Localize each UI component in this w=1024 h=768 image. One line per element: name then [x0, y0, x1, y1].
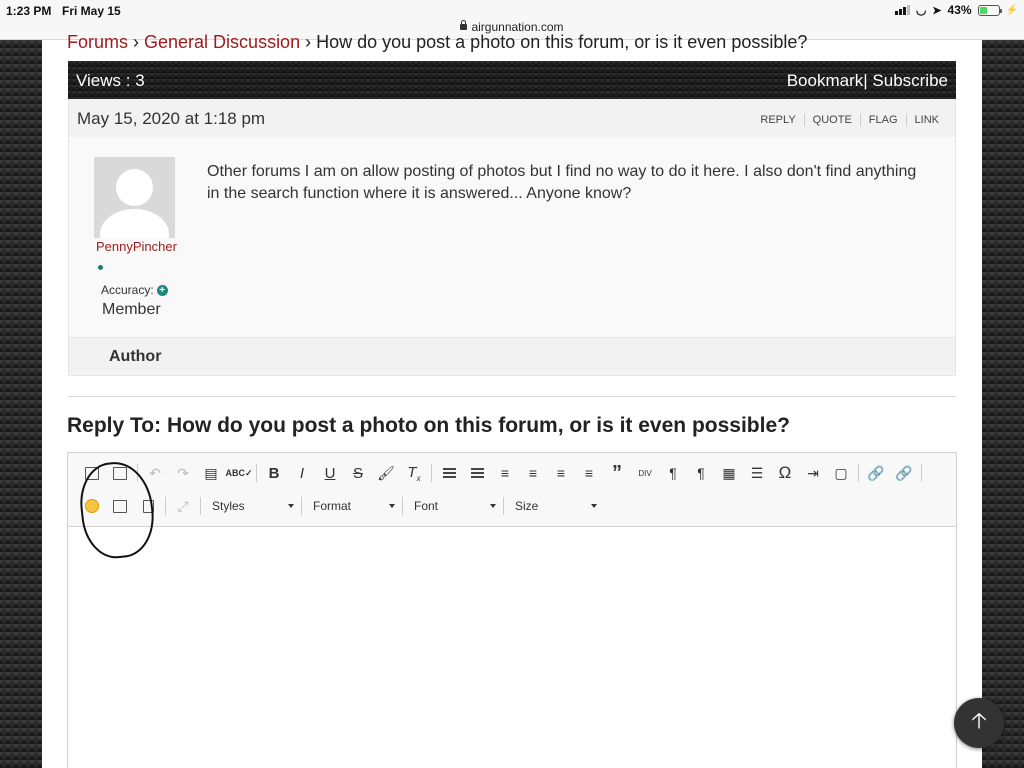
toolbar-separator	[165, 497, 166, 515]
divider	[68, 396, 956, 397]
breadcrumb-forums-link[interactable]: Forums	[67, 32, 128, 52]
toolbar-separator	[431, 464, 432, 482]
format-label: Format	[313, 499, 352, 513]
breadcrumb-topic: How do you post a photo on this forum, o…	[316, 32, 808, 52]
align-center-icon[interactable]: ≡	[519, 461, 547, 485]
rtl-icon[interactable]: ¶	[687, 461, 715, 485]
toolbar-separator	[200, 497, 201, 515]
remove-format-icon[interactable]: Tx	[400, 461, 428, 485]
status-time: 1:23 PM	[6, 4, 52, 18]
toolbar-row-1: ↶ ↷ ▤ ABC✓ B I U S 🖌 Tx ≡ ≡ ≡ ≡ ” DIV ¶ …	[78, 460, 925, 486]
toolbar-separator	[858, 464, 859, 482]
toolbar-separator	[402, 497, 403, 515]
plus-icon[interactable]: +	[156, 284, 168, 296]
underline-icon[interactable]: U	[316, 461, 344, 485]
lock-icon	[460, 20, 468, 30]
chevron-down-icon	[591, 504, 597, 508]
format-dropdown[interactable]: Format	[305, 494, 399, 518]
status-date: Fri May 15	[62, 4, 121, 18]
reply-title: Reply To: How do you post a photo on thi…	[67, 414, 790, 437]
unlink-icon[interactable]: 🔗	[890, 461, 918, 485]
accuracy-label: Accuracy:	[101, 283, 154, 297]
template-icon[interactable]: ▤	[197, 461, 225, 485]
subscribe-link[interactable]: Subscribe	[868, 71, 948, 90]
font-label: Font	[414, 499, 439, 513]
post-body: Other forums I am on allow posting of ph…	[207, 163, 917, 202]
topic-header-bar: Views : 3 Bookmark| Subscribe	[68, 61, 956, 99]
signal-icon	[894, 5, 910, 15]
wifi-icon: ◡	[915, 3, 927, 17]
author-role: Member	[102, 301, 161, 318]
quote-link[interactable]: QUOTE	[803, 114, 860, 126]
status-indicators: ◡ ➤ 43% ⚡	[894, 3, 1018, 17]
numbered-list-icon[interactable]	[435, 461, 463, 485]
views-count: Views : 3	[76, 71, 145, 90]
horizontal-rule-icon[interactable]: ☰	[743, 461, 771, 485]
toolbar-separator	[301, 497, 302, 515]
table-icon[interactable]: ▦	[715, 461, 743, 485]
styles-dropdown[interactable]: Styles	[204, 494, 298, 518]
editor-toolbar: ↶ ↷ ▤ ABC✓ B I U S 🖌 Tx ≡ ≡ ≡ ≡ ” DIV ¶ …	[68, 453, 956, 527]
iframe-icon[interactable]: ▢	[827, 461, 855, 485]
location-icon: ➤	[932, 4, 942, 17]
link-icon[interactable]: 🔗	[862, 461, 890, 485]
strikethrough-icon[interactable]: S	[344, 461, 372, 485]
breadcrumb: Forums › General Discussion › How do you…	[67, 32, 807, 53]
accuracy-rating: Accuracy: +	[101, 283, 168, 297]
charging-icon: ⚡	[1005, 4, 1018, 16]
indent-icon[interactable]: ⇥	[799, 461, 827, 485]
chevron-down-icon	[490, 504, 496, 508]
font-dropdown[interactable]: Font	[406, 494, 500, 518]
author-column-header: Author	[68, 337, 956, 376]
justify-icon[interactable]: ≡	[575, 461, 603, 485]
arrow-up-icon: 🡡	[971, 708, 987, 733]
size-label: Size	[515, 499, 539, 513]
maximize-icon[interactable]: ⤢	[169, 494, 197, 518]
italic-icon[interactable]: I	[288, 461, 316, 485]
flag-link[interactable]: FLAG	[859, 114, 906, 126]
forum-page: Forums › General Discussion › How do you…	[42, 32, 982, 768]
rich-text-editor: ↶ ↷ ▤ ABC✓ B I U S 🖌 Tx ≡ ≡ ≡ ≡ ” DIV ¶ …	[67, 452, 957, 768]
reply-link[interactable]: REPLY	[752, 114, 803, 126]
breadcrumb-sep: ›	[128, 32, 145, 52]
scroll-to-top-button[interactable]: 🡡	[954, 698, 1004, 748]
forum-post: May 15, 2020 at 1:18 pm REPLY QUOTE FLAG…	[68, 99, 956, 375]
toolbar-row-2: ⤢ Styles Format Font Size	[78, 493, 601, 519]
chevron-down-icon	[389, 504, 395, 508]
styles-label: Styles	[212, 499, 245, 513]
blockquote-icon[interactable]: ”	[603, 461, 631, 485]
copy-format-icon[interactable]: 🖌	[372, 461, 400, 485]
align-right-icon[interactable]: ≡	[547, 461, 575, 485]
permalink-link[interactable]: LINK	[905, 114, 947, 126]
align-left-icon[interactable]: ≡	[491, 461, 519, 485]
author-name-link[interactable]: PennyPincher	[96, 239, 177, 254]
battery-icon	[977, 4, 1002, 16]
special-char-icon[interactable]: Ω	[771, 461, 799, 485]
breadcrumb-category-link[interactable]: General Discussion	[144, 32, 300, 52]
author-header-label: Author	[109, 348, 162, 365]
chevron-down-icon	[288, 504, 294, 508]
spellcheck-icon[interactable]: ABC✓	[225, 461, 253, 485]
toolbar-separator	[921, 464, 922, 482]
topic-actions: Bookmark| Subscribe	[787, 71, 948, 91]
post-actions: REPLY QUOTE FLAG LINK	[752, 114, 947, 126]
bookmark-link[interactable]: Bookmark	[787, 71, 864, 90]
post-header: May 15, 2020 at 1:18 pm REPLY QUOTE FLAG…	[69, 99, 955, 137]
bulleted-list-icon[interactable]	[463, 461, 491, 485]
online-status-icon	[98, 265, 103, 270]
redo-icon[interactable]: ↷	[169, 461, 197, 485]
avatar[interactable]	[94, 157, 175, 238]
breadcrumb-sep: ›	[300, 32, 317, 52]
bold-icon[interactable]: B	[260, 461, 288, 485]
ltr-icon[interactable]: ¶	[659, 461, 687, 485]
post-date: May 15, 2020 at 1:18 pm	[77, 109, 266, 128]
editor-content-area[interactable]	[68, 527, 956, 768]
toolbar-separator	[256, 464, 257, 482]
size-dropdown[interactable]: Size	[507, 494, 601, 518]
toolbar-separator	[503, 497, 504, 515]
battery-percent: 43%	[947, 3, 972, 17]
div-icon[interactable]: DIV	[631, 461, 659, 485]
